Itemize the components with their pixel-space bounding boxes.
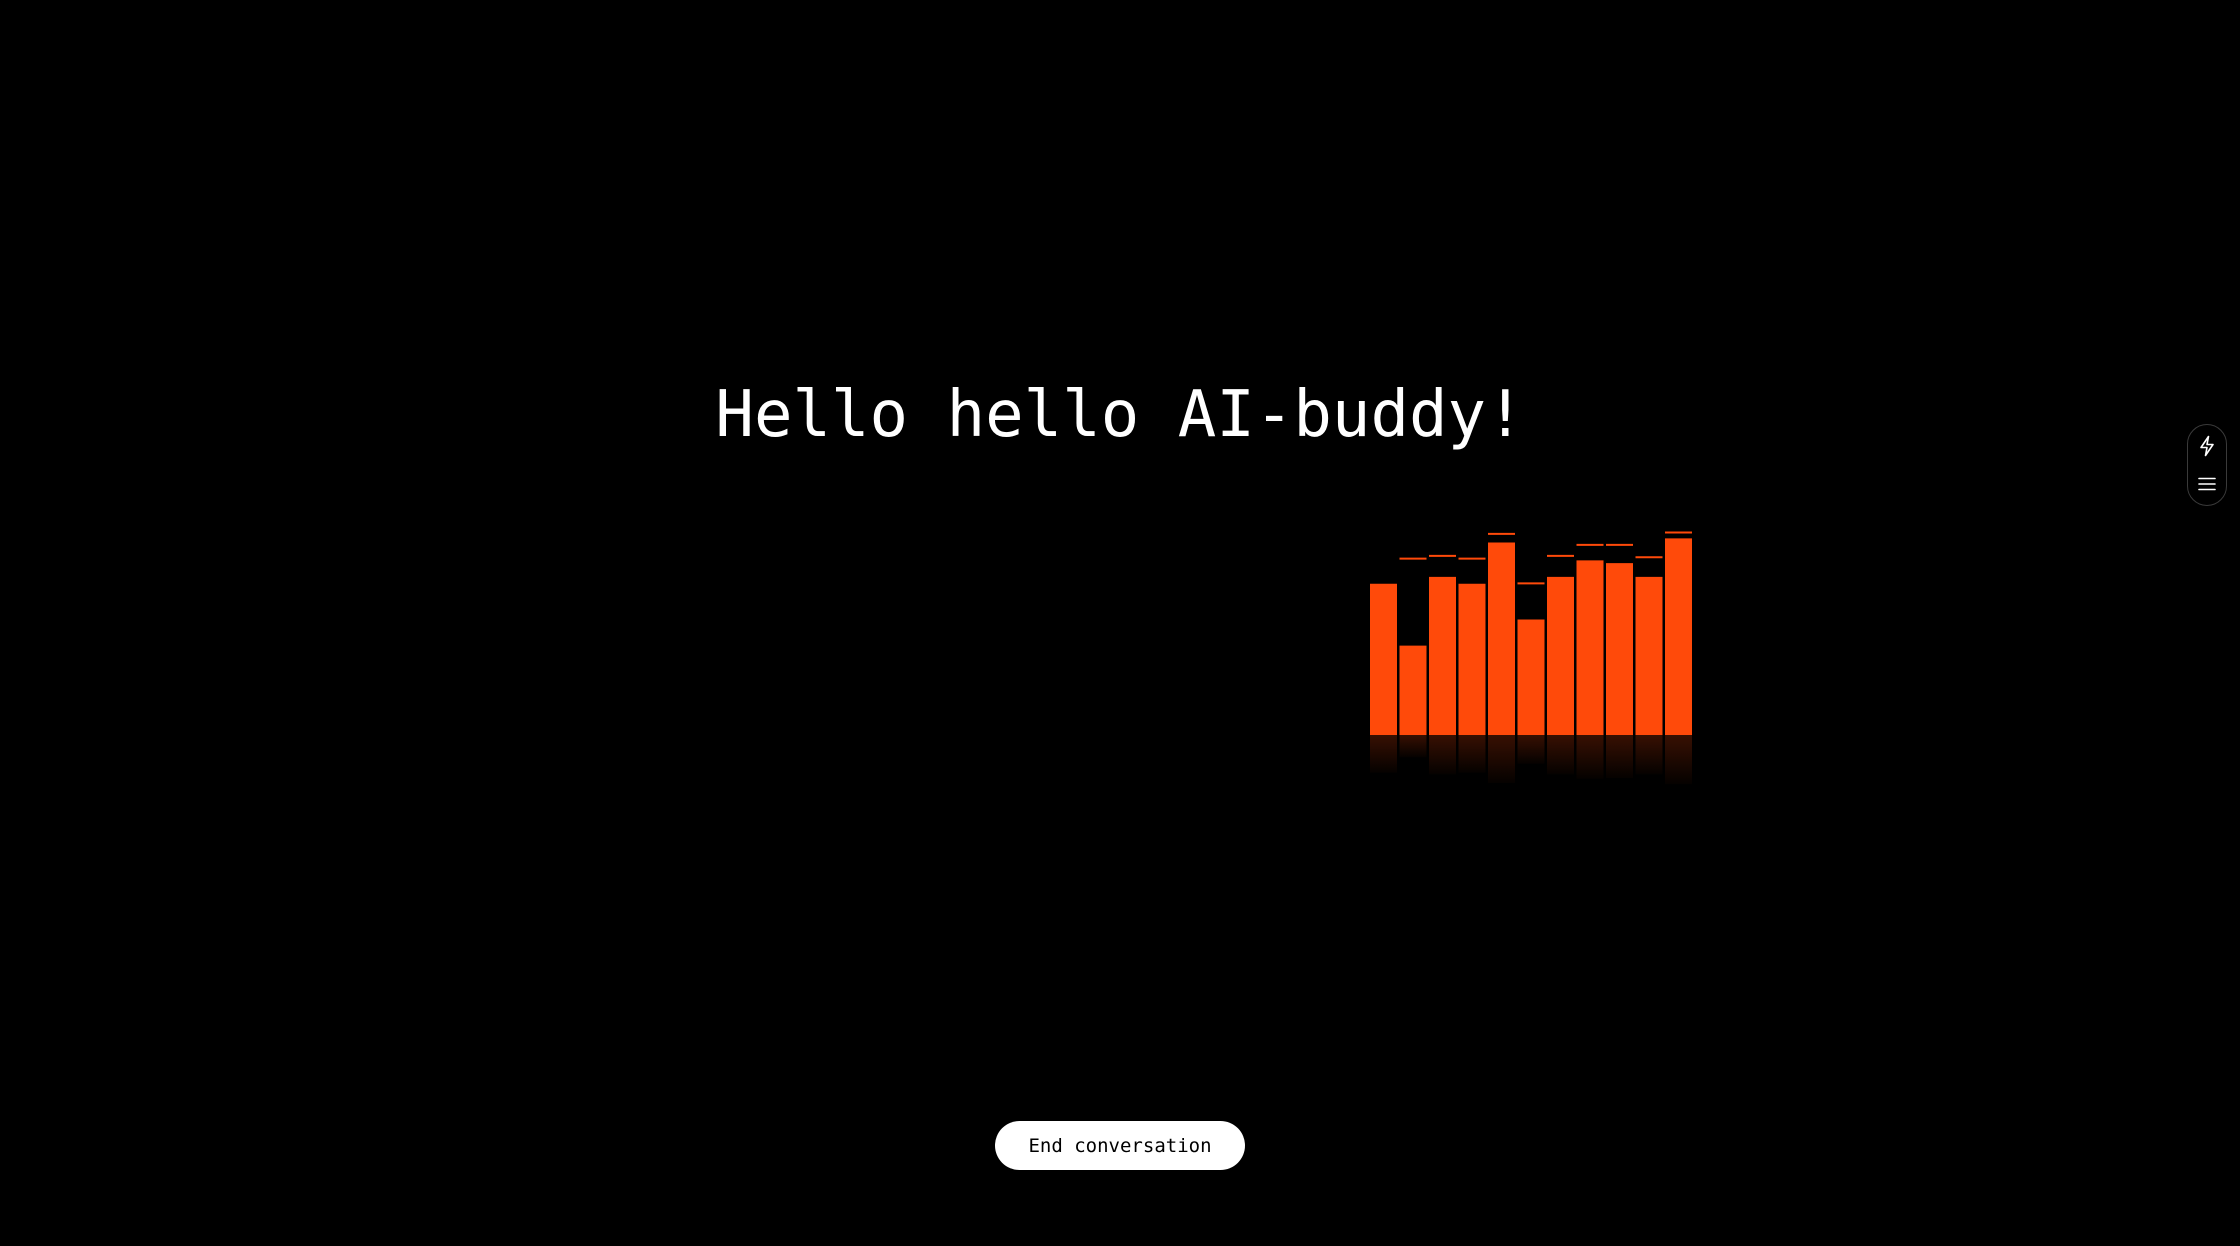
visualizer-bar-reflection: [1665, 735, 1692, 785]
menu-icon: [2198, 477, 2216, 491]
visualizer-peak-cap: [1547, 554, 1574, 557]
visualizer-bar-reflection: [1606, 735, 1633, 778]
visualizer-bar-reflection: [1488, 735, 1515, 784]
voice-assistant-screen: Hello hello AI-buddy! End conversation: [0, 0, 2240, 1246]
audio-visualizer-svg: [1370, 531, 1692, 785]
visualizer-peak-cap: [1488, 532, 1515, 535]
lightning-icon: [2200, 435, 2214, 457]
visualizer-peak-cap: [1517, 582, 1545, 585]
menu-button[interactable]: [2188, 465, 2226, 503]
visualizer-bar-reflection: [1547, 735, 1574, 775]
visualizer-bar: [1547, 576, 1574, 735]
visualizer-bar: [1399, 645, 1427, 735]
lightning-button[interactable]: [2188, 427, 2226, 465]
visualizer-bar-reflection: [1458, 735, 1486, 773]
visualizer-bar: [1370, 583, 1397, 735]
visualizer-bar: [1429, 576, 1456, 735]
visualizer-bar: [1517, 619, 1545, 735]
visualizer-peak-cap: [1665, 531, 1692, 534]
visualizer-bar-reflection: [1517, 735, 1545, 764]
side-toolbar: [2187, 424, 2227, 506]
visualizer-bar: [1576, 560, 1604, 735]
visualizer-bar: [1488, 542, 1515, 735]
visualizer-peak-cap: [1458, 557, 1486, 560]
visualizer-bar-reflection: [1576, 735, 1604, 779]
greeting-heading: Hello hello AI-buddy!: [715, 378, 1525, 452]
audio-visualizer: [1367, 530, 1693, 790]
visualizer-peak-cap: [1399, 557, 1427, 560]
visualizer-bar-reflection: [1370, 735, 1397, 773]
visualizer-bar-reflection: [1429, 735, 1456, 775]
visualizer-peak-cap: [1635, 556, 1663, 559]
visualizer-peak-cap: [1606, 543, 1633, 546]
visualizer-bar-reflection: [1635, 735, 1663, 775]
visualizer-bar-reflection: [1399, 735, 1427, 758]
visualizer-bar: [1635, 576, 1663, 735]
visualizer-bar: [1665, 538, 1692, 735]
visualizer-peak-cap: [1576, 543, 1604, 546]
visualizer-bar: [1606, 563, 1633, 735]
visualizer-peak-cap: [1429, 554, 1456, 557]
visualizer-bar: [1458, 583, 1486, 735]
end-conversation-button[interactable]: End conversation: [995, 1121, 1245, 1170]
